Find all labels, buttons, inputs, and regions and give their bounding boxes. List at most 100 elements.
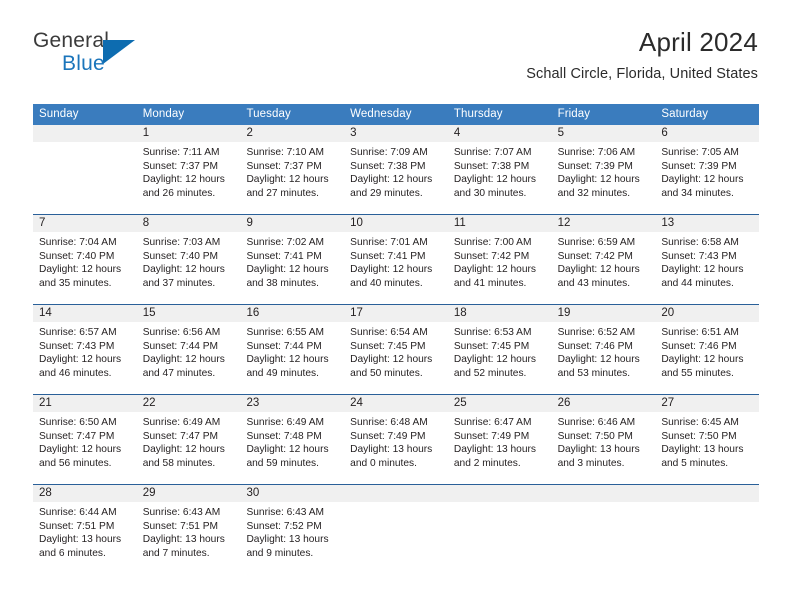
day-cell[interactable]: Sunrise: 7:03 AM Sunset: 7:40 PM Daylight:… <box>137 232 241 304</box>
daylight-text: Daylight: 12 hours <box>557 174 640 186</box>
day-cell[interactable]: Sunrise: 7:09 AM Sunset: 7:38 PM Daylight:… <box>344 142 448 214</box>
day-cell[interactable]: Sunrise: 6:56 AM Sunset: 7:44 PM Daylight:… <box>137 322 241 394</box>
day-number[interactable]: 10 <box>344 215 448 232</box>
day-number[interactable]: 30 <box>240 485 344 502</box>
day-cell[interactable]: Sunrise: 6:57 AM Sunset: 7:43 PM Daylight:… <box>33 322 137 394</box>
sunset-text: Sunset: 7:40 PM <box>142 250 219 262</box>
day-number[interactable]: 25 <box>448 395 552 412</box>
day-cell-empty <box>344 502 448 574</box>
day-number[interactable]: 15 <box>137 305 241 322</box>
sunrise-text: Sunrise: 7:04 AM <box>39 237 117 248</box>
day-number[interactable]: 24 <box>344 395 448 412</box>
day-cell[interactable]: Sunrise: 6:49 AM Sunset: 7:48 PM Daylight:… <box>240 412 344 484</box>
day-cell[interactable]: Sunrise: 7:00 AM Sunset: 7:42 PM Daylight:… <box>448 232 552 304</box>
day-number[interactable]: 14 <box>33 305 137 322</box>
day-cell[interactable]: Sunrise: 6:51 AM Sunset: 7:46 PM Daylight:… <box>655 322 759 394</box>
day-cell[interactable]: Sunrise: 6:45 AM Sunset: 7:50 PM Daylight:… <box>655 412 759 484</box>
sunrise-text: Sunrise: 7:01 AM <box>350 237 428 248</box>
weekday-header-row: Sunday Monday Tuesday Wednesday Thursday Frid… <box>33 104 759 125</box>
daylight-text: and 52 minutes. <box>453 367 527 379</box>
day-cell[interactable]: Sunrise: 7:02 AM Sunset: 7:41 PM Daylight:… <box>240 232 344 304</box>
sunset-text: Sunset: 7:42 PM <box>557 250 633 262</box>
sunset-text: Sunset: 7:46 PM <box>661 340 737 352</box>
daylight-text: and 34 minutes. <box>661 187 734 199</box>
page-subtitle: Schall Circle, Florida, United States <box>526 65 758 82</box>
day-number[interactable]: 2 <box>240 125 344 142</box>
daylight-text: and 30 minutes. <box>453 187 527 199</box>
calendar-weeks: 1 2 3 4 5 6 Sunrise: 7:11 AM Sunset: 7:37 PM Day… <box>33 125 759 574</box>
title-block: April 2024 Schall Circle, Florida, Unite… <box>526 28 758 82</box>
day-detail-band: Sunrise: 6:50 AM Sunset: 7:47 PM Daylight:… <box>33 412 759 484</box>
day-number[interactable]: 13 <box>655 215 759 232</box>
day-number[interactable]: 19 <box>552 305 656 322</box>
day-cell[interactable]: Sunrise: 6:43 AM Sunset: 7:52 PM Daylight:… <box>240 502 344 574</box>
sunrise-text: Sunrise: 6:57 AM <box>39 327 117 338</box>
day-cell[interactable]: Sunrise: 7:05 AM Sunset: 7:39 PM Daylight:… <box>655 142 759 214</box>
daylight-text: and 59 minutes. <box>246 457 319 469</box>
day-number[interactable]: 23 <box>240 395 344 412</box>
daylight-text: and 35 minutes. <box>39 277 112 289</box>
day-number[interactable]: 20 <box>655 305 759 322</box>
day-cell[interactable]: Sunrise: 7:10 AM Sunset: 7:37 PM Daylight:… <box>240 142 344 214</box>
day-cell[interactable]: Sunrise: 6:43 AM Sunset: 7:51 PM Daylight:… <box>137 502 241 574</box>
day-cell[interactable]: Sunrise: 6:49 AM Sunset: 7:47 PM Daylight:… <box>137 412 241 484</box>
day-cell[interactable]: Sunrise: 6:46 AM Sunset: 7:50 PM Daylight:… <box>552 412 656 484</box>
day-cell[interactable]: Sunrise: 6:48 AM Sunset: 7:49 PM Daylight:… <box>344 412 448 484</box>
day-number[interactable]: 7 <box>33 215 137 232</box>
daylight-text: Daylight: 13 hours <box>557 444 640 456</box>
day-number[interactable]: 16 <box>240 305 344 322</box>
day-number[interactable]: 27 <box>655 395 759 412</box>
brand-logo[interactable]: General Blue <box>33 30 163 78</box>
day-number[interactable]: 28 <box>33 485 137 502</box>
day-cell[interactable]: Sunrise: 6:53 AM Sunset: 7:45 PM Daylight:… <box>448 322 552 394</box>
day-cell[interactable]: Sunrise: 6:59 AM Sunset: 7:42 PM Daylight:… <box>552 232 656 304</box>
day-number[interactable]: 12 <box>552 215 656 232</box>
day-number[interactable]: 3 <box>344 125 448 142</box>
day-detail-band: Sunrise: 7:04 AM Sunset: 7:40 PM Daylight:… <box>33 232 759 304</box>
day-cell[interactable]: Sunrise: 7:11 AM Sunset: 7:37 PM Daylight:… <box>137 142 241 214</box>
day-cell[interactable]: Sunrise: 6:54 AM Sunset: 7:45 PM Daylight:… <box>344 322 448 394</box>
day-cell[interactable]: Sunrise: 6:55 AM Sunset: 7:44 PM Daylight:… <box>240 322 344 394</box>
day-cell[interactable]: Sunrise: 6:58 AM Sunset: 7:43 PM Daylight:… <box>655 232 759 304</box>
sunset-text: Sunset: 7:44 PM <box>142 340 219 352</box>
day-cell[interactable]: Sunrise: 7:01 AM Sunset: 7:41 PM Daylight:… <box>344 232 448 304</box>
day-cell[interactable]: Sunrise: 7:06 AM Sunset: 7:39 PM Daylight:… <box>552 142 656 214</box>
day-number-empty <box>33 125 137 142</box>
sunset-text: Sunset: 7:43 PM <box>39 340 115 352</box>
day-number[interactable]: 5 <box>552 125 656 142</box>
day-number[interactable]: 1 <box>137 125 241 142</box>
day-number[interactable]: 8 <box>137 215 241 232</box>
day-number[interactable]: 9 <box>240 215 344 232</box>
sunrise-text: Sunrise: 6:51 AM <box>661 327 739 338</box>
day-number[interactable]: 29 <box>137 485 241 502</box>
sunrise-text: Sunrise: 6:44 AM <box>39 507 117 518</box>
sunrise-text: Sunrise: 7:03 AM <box>142 237 221 248</box>
day-cell[interactable]: Sunrise: 6:44 AM Sunset: 7:51 PM Daylight:… <box>33 502 137 574</box>
daylight-text: Daylight: 12 hours <box>142 174 225 186</box>
day-number[interactable]: 6 <box>655 125 759 142</box>
day-number[interactable]: 11 <box>448 215 552 232</box>
day-cell[interactable]: Sunrise: 6:52 AM Sunset: 7:46 PM Daylight:… <box>552 322 656 394</box>
day-cell[interactable]: Sunrise: 7:07 AM Sunset: 7:38 PM Daylight:… <box>448 142 552 214</box>
daylight-text: and 46 minutes. <box>39 367 112 379</box>
day-cell[interactable]: Sunrise: 6:50 AM Sunset: 7:47 PM Daylight:… <box>33 412 137 484</box>
day-cell[interactable]: Sunrise: 7:04 AM Sunset: 7:40 PM Daylight:… <box>33 232 137 304</box>
day-number[interactable]: 4 <box>448 125 552 142</box>
sunrise-text: Sunrise: 6:55 AM <box>246 327 325 338</box>
day-number[interactable]: 17 <box>344 305 448 322</box>
daylight-text: Daylight: 12 hours <box>246 174 329 186</box>
sunset-text: Sunset: 7:51 PM <box>39 520 115 532</box>
daylight-text: Daylight: 12 hours <box>350 354 433 366</box>
calendar-week-row: 21 22 23 24 25 26 27 Sunrise: 6:50 AM Sunset: 7:… <box>33 394 759 484</box>
day-cell[interactable]: Sunrise: 6:47 AM Sunset: 7:49 PM Daylight:… <box>448 412 552 484</box>
day-number[interactable]: 18 <box>448 305 552 322</box>
day-number[interactable]: 26 <box>552 395 656 412</box>
daylight-text: Daylight: 13 hours <box>246 534 329 546</box>
daylight-text: and 38 minutes. <box>246 277 319 289</box>
sunrise-text: Sunrise: 6:52 AM <box>557 327 636 338</box>
day-number[interactable]: 21 <box>33 395 137 412</box>
weekday-header-monday: Monday <box>142 108 185 120</box>
daylight-text: Daylight: 13 hours <box>661 444 744 456</box>
daylight-text: Daylight: 12 hours <box>661 264 744 276</box>
day-number[interactable]: 22 <box>137 395 241 412</box>
